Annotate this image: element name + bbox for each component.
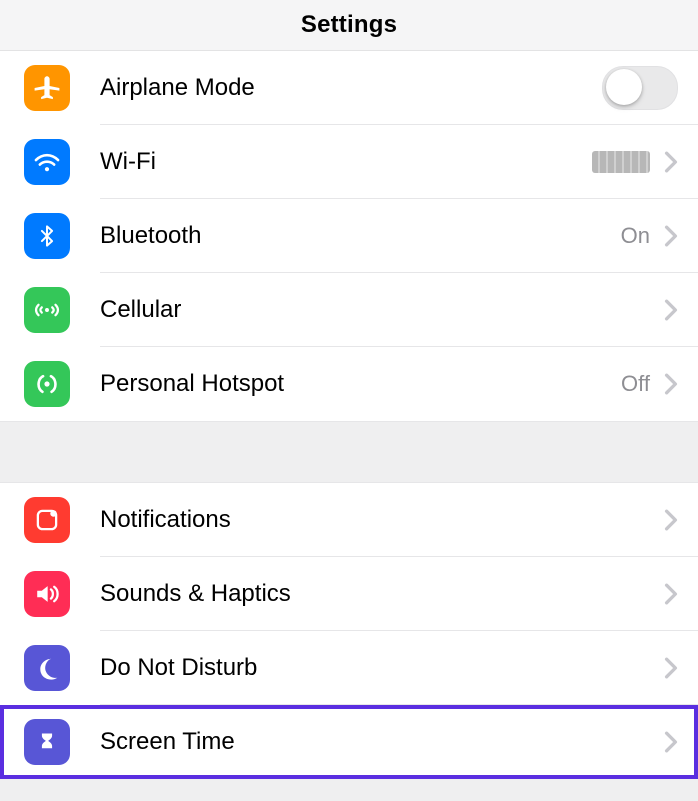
chevron-right-icon <box>664 583 678 605</box>
row-label: Sounds & Haptics <box>100 580 664 608</box>
bluetooth-icon <box>24 213 70 259</box>
settings-row-hotspot[interactable]: Personal HotspotOff <box>0 347 698 421</box>
chevron-right-icon <box>664 657 678 679</box>
chevron-right-icon <box>664 225 678 247</box>
row-label: Wi-Fi <box>100 148 592 176</box>
row-label: Bluetooth <box>100 222 621 250</box>
cellular-icon <box>24 287 70 333</box>
row-label: Do Not Disturb <box>100 654 664 682</box>
settings-row-sounds[interactable]: Sounds & Haptics <box>0 557 698 631</box>
row-label: Airplane Mode <box>100 74 602 102</box>
row-label: Screen Time <box>100 728 664 756</box>
hotspot-icon <box>24 361 70 407</box>
chevron-right-icon <box>664 731 678 753</box>
airplane-toggle[interactable] <box>602 66 678 110</box>
settings-row-wifi[interactable]: Wi-Fi <box>0 125 698 199</box>
row-value: On <box>621 223 650 249</box>
settings-header: Settings <box>0 0 698 51</box>
page-title: Settings <box>301 11 397 39</box>
row-value-obscured <box>592 151 650 173</box>
chevron-right-icon <box>664 299 678 321</box>
airplane-icon <box>24 65 70 111</box>
settings-row-cellular[interactable]: Cellular <box>0 273 698 347</box>
settings-group: Notifications Sounds & Haptics Do Not Dist… <box>0 483 698 779</box>
notifications-icon <box>24 497 70 543</box>
row-value: Off <box>621 371 650 397</box>
row-label: Personal Hotspot <box>100 370 621 398</box>
settings-row-dnd[interactable]: Do Not Disturb <box>0 631 698 705</box>
row-label: Notifications <box>100 506 664 534</box>
moon-icon <box>24 645 70 691</box>
chevron-right-icon <box>664 509 678 531</box>
sounds-icon <box>24 571 70 617</box>
settings-row-airplane[interactable]: Airplane Mode <box>0 51 698 125</box>
chevron-right-icon <box>664 373 678 395</box>
group-separator <box>0 421 698 483</box>
hourglass-icon <box>24 719 70 765</box>
wifi-icon <box>24 139 70 185</box>
chevron-right-icon <box>664 151 678 173</box>
settings-row-bluetooth[interactable]: BluetoothOn <box>0 199 698 273</box>
settings-group: Airplane Mode Wi-Fi BluetoothOn Cellular Per… <box>0 51 698 421</box>
row-label: Cellular <box>100 296 664 324</box>
settings-row-screentime[interactable]: Screen Time <box>0 705 698 779</box>
settings-row-notifications[interactable]: Notifications <box>0 483 698 557</box>
